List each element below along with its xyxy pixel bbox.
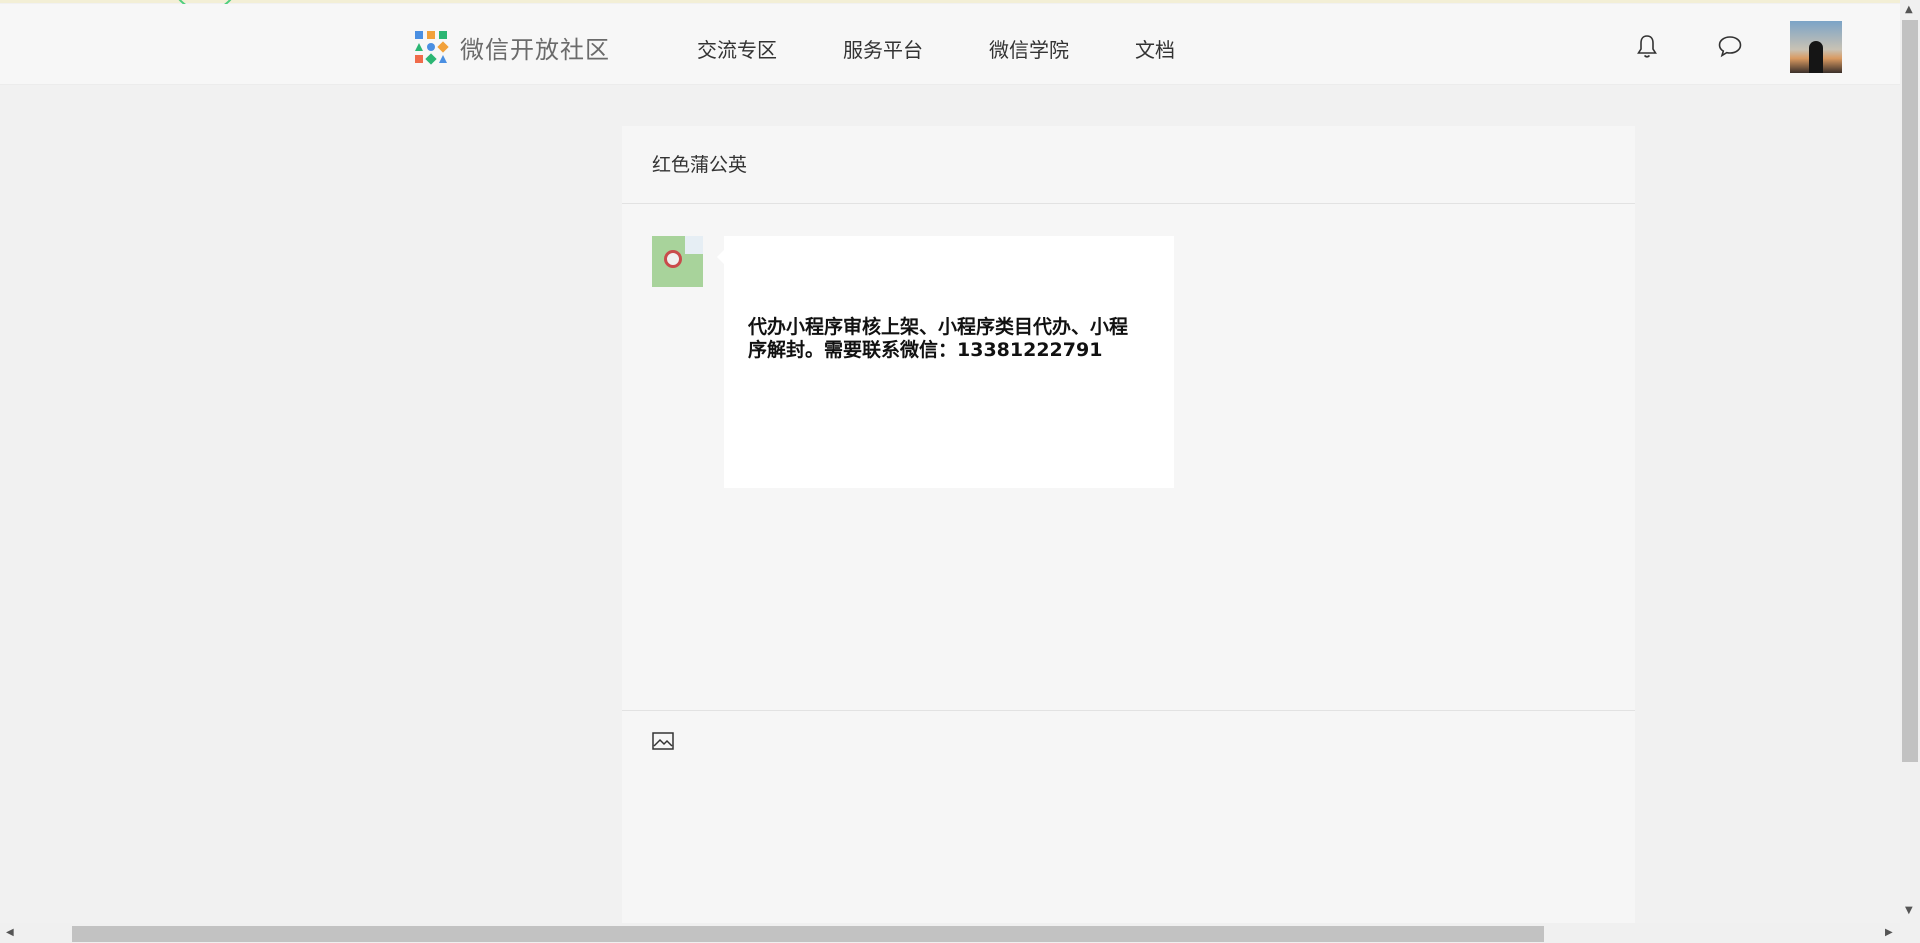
message-composer[interactable] — [622, 710, 1635, 927]
horizontal-scrollbar[interactable]: ◀ ▶ — [0, 923, 1900, 943]
scroll-left-icon[interactable]: ◀ — [6, 927, 14, 938]
nav-item-community[interactable]: 交流专区 — [697, 34, 777, 63]
nav-item-academy[interactable]: 微信学院 — [989, 34, 1069, 63]
chat-icon[interactable] — [1716, 32, 1744, 60]
vertical-scrollbar[interactable]: ▲ ▼ — [1900, 0, 1920, 943]
nav-item-services[interactable]: 服务平台 — [843, 34, 923, 63]
site-logo[interactable]: 微信开放社区 — [415, 30, 610, 65]
logo-icon — [415, 31, 449, 65]
horizontal-scroll-thumb[interactable] — [72, 926, 1544, 942]
scroll-down-icon[interactable]: ▼ — [1905, 905, 1913, 916]
user-avatar[interactable] — [1790, 21, 1842, 73]
scroll-up-icon[interactable]: ▲ — [1905, 4, 1913, 15]
site-name: 微信开放社区 — [460, 36, 610, 64]
conversation-panel: 红色蒲公英 代办小程序审核上架、小程序类目代办、小程序解封。需要联系微信：133… — [622, 126, 1635, 926]
scroll-right-icon[interactable]: ▶ — [1885, 927, 1893, 938]
main-nav: 交流专区 服务平台 微信学院 文档 — [697, 34, 1175, 63]
message-bubble: 代办小程序审核上架、小程序类目代办、小程序解封。需要联系微信：133812227… — [717, 236, 1174, 488]
bell-icon[interactable] — [1633, 32, 1661, 60]
sender-avatar[interactable] — [652, 236, 703, 287]
site-header: 微信开放社区 交流专区 服务平台 微信学院 文档 — [0, 4, 1900, 85]
conversation-title: 红色蒲公英 — [622, 126, 1635, 204]
top-accent-line — [0, 0, 1900, 3]
image-icon[interactable] — [652, 731, 674, 751]
nav-item-docs[interactable]: 文档 — [1135, 34, 1175, 63]
message-item: 代办小程序审核上架、小程序类目代办、小程序解封。需要联系微信：133812227… — [652, 236, 1174, 488]
vertical-scroll-thumb[interactable] — [1902, 20, 1918, 762]
